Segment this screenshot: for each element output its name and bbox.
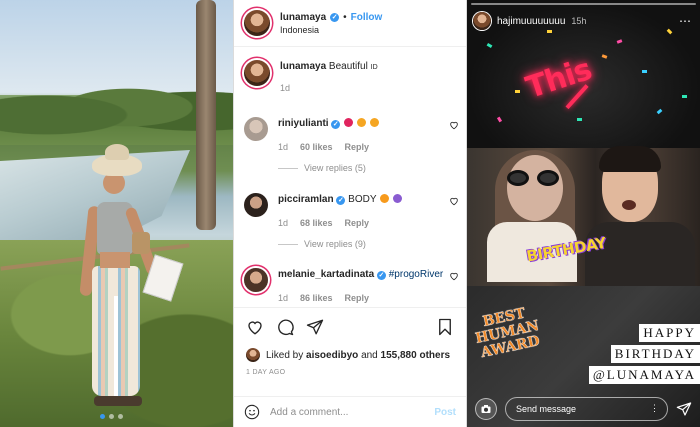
liked-by-and: and xyxy=(361,349,378,361)
comment-time: 1d xyxy=(278,218,289,228)
follow-button[interactable]: Follow xyxy=(351,12,383,23)
comment-username[interactable]: riniyulianti xyxy=(278,118,329,129)
woman-figure xyxy=(70,144,184,420)
caption-time: 1d xyxy=(280,83,291,93)
post-button[interactable]: Post xyxy=(434,407,456,418)
emoji-smiley-icon[interactable] xyxy=(244,404,260,420)
story-video-top: hajimuuuuuuuu 15h ⋯ This xyxy=(467,0,700,148)
woman-face xyxy=(507,155,563,221)
comment-text: BODY xyxy=(348,194,377,205)
caption: lunamaya Beautiful ID 1d xyxy=(244,60,378,93)
separator: • xyxy=(343,11,347,23)
post-photo xyxy=(0,0,233,427)
more-options-icon[interactable]: ⋯ xyxy=(679,14,692,28)
share-send-icon[interactable] xyxy=(676,401,692,417)
comment-username[interactable]: melanie_kartadinata xyxy=(278,269,374,280)
post-location[interactable]: Indonesia xyxy=(280,25,382,35)
comment-time: 1d xyxy=(278,293,289,303)
avatar[interactable] xyxy=(244,10,270,36)
neon-sign: This xyxy=(522,51,610,139)
story-progress xyxy=(471,3,696,5)
like-comment-icon[interactable] xyxy=(449,271,459,281)
comment-item: riniyulianti ✓ 1d 60 likes Reply View re… xyxy=(244,117,459,173)
collage: lunamaya ✓ • Follow Indonesia lunamaya B… xyxy=(0,0,700,427)
comment-bubble-icon[interactable] xyxy=(276,318,294,336)
heart-emoji-icon xyxy=(344,118,354,127)
post-username[interactable]: lunamaya xyxy=(280,12,326,23)
sparkle-emoji-icon: ID xyxy=(370,64,378,71)
fire-emoji-icon xyxy=(380,194,390,203)
verified-icon: ✓ xyxy=(376,271,386,280)
comment-likes[interactable]: 60 likes xyxy=(300,142,333,152)
story-time: 15h xyxy=(571,16,587,26)
like-heart-icon[interactable] xyxy=(246,318,264,336)
view-replies[interactable]: View replies (9) xyxy=(278,239,459,249)
liked-by-user[interactable]: aisoedibyo xyxy=(306,350,358,361)
comment-username[interactable]: picciramlan xyxy=(278,194,334,205)
post-panel: lunamaya ✓ • Follow Indonesia lunamaya B… xyxy=(233,0,467,427)
reply-button[interactable]: Reply xyxy=(345,142,370,152)
post-header: lunamaya ✓ • Follow Indonesia xyxy=(234,0,466,47)
more-vertical-icon[interactable]: ⋮ xyxy=(650,403,659,414)
avatar[interactable] xyxy=(244,268,268,292)
man-mouth xyxy=(622,200,636,210)
verified-icon: ✓ xyxy=(331,120,341,129)
bookmark-icon[interactable] xyxy=(436,318,454,336)
best-human-award-sticker[interactable]: BEST HUMAN AWARD xyxy=(463,302,560,397)
add-comment-bar: Add a comment... Post xyxy=(234,396,466,427)
story-username[interactable]: hajimuuuuuuuu xyxy=(497,16,565,27)
purple-heart-emoji-icon xyxy=(392,194,402,203)
liked-by-prefix: Liked by xyxy=(266,349,304,361)
palm-trunk xyxy=(196,0,216,230)
verified-icon: ✓ xyxy=(330,12,340,22)
comment-item: picciramlan ✓ BODY 1d 68 likes Reply Vie… xyxy=(244,193,459,249)
camera-icon[interactable] xyxy=(475,397,497,420)
view-replies[interactable]: View replies (5) xyxy=(278,163,459,173)
hashtag-link[interactable]: #progoRiver xyxy=(389,269,443,280)
happy-birthday-sticker[interactable]: HAPPY BIRTHDAY @LUNAMAYA xyxy=(588,324,700,384)
heart-eyes-emoji-icon xyxy=(369,118,379,127)
reply-button[interactable]: Reply xyxy=(345,293,370,303)
avatar[interactable] xyxy=(244,60,270,86)
caption-username[interactable]: lunamaya xyxy=(280,61,326,72)
reply-button[interactable]: Reply xyxy=(345,218,370,228)
man-hair xyxy=(599,146,661,172)
add-comment-input[interactable]: Add a comment... xyxy=(270,407,424,418)
sunglasses xyxy=(507,170,563,186)
share-send-icon[interactable] xyxy=(306,318,324,336)
send-message-input[interactable]: Send message ⋮ xyxy=(505,396,668,421)
avatar[interactable] xyxy=(473,12,491,30)
post-age: 1 DAY AGO xyxy=(246,369,286,376)
post-actions: Liked by aisoedibyo and 155,880 others 1… xyxy=(234,307,466,377)
story-reply-bar: Send message ⋮ xyxy=(467,390,700,427)
comment-likes[interactable]: 68 likes xyxy=(300,218,333,228)
liked-by-count[interactable]: 155,880 others xyxy=(381,350,451,361)
comment-likes[interactable]: 86 likes xyxy=(300,293,333,303)
caption-text: Beautiful xyxy=(328,61,368,72)
liked-by: Liked by aisoedibyo and 155,880 others xyxy=(246,348,454,362)
heart-eyes-emoji-icon xyxy=(356,118,366,127)
comment-time: 1d xyxy=(278,142,289,152)
like-comment-icon[interactable] xyxy=(449,120,459,130)
avatar[interactable] xyxy=(244,117,268,141)
like-comment-icon[interactable] xyxy=(449,196,459,206)
story-user: hajimuuuuuuuu 15h xyxy=(473,12,586,30)
comment-item: melanie_kartadinata ✓ #progoRiver 1d 86 … xyxy=(244,268,459,303)
verified-icon: ✓ xyxy=(336,196,346,205)
carousel-dots xyxy=(100,414,123,419)
avatar[interactable] xyxy=(246,348,260,362)
avatar[interactable] xyxy=(244,193,268,217)
